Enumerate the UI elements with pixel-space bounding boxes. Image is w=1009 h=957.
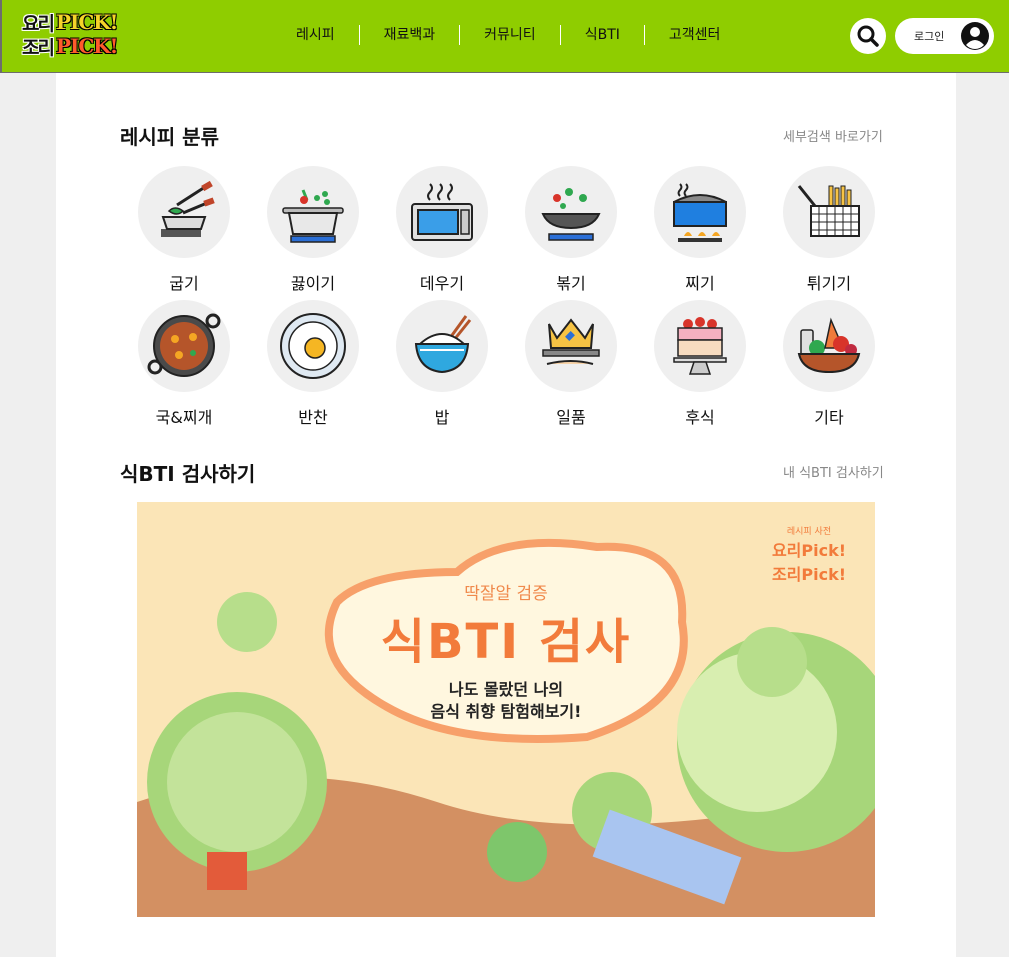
stew-pan-icon bbox=[147, 313, 221, 377]
category-name: 튀기기 bbox=[806, 274, 852, 293]
fried-egg-icon bbox=[280, 313, 346, 379]
category-icon-circle bbox=[267, 166, 359, 258]
recipe-section-title: 레시피 분류 bbox=[120, 125, 219, 149]
category-icon-circle bbox=[525, 300, 617, 392]
banner-badge-2: 조리Pick! bbox=[771, 565, 847, 584]
my-bti-link[interactable]: 내 식BTI 검사하기 bbox=[783, 462, 884, 481]
category-name: 일품 bbox=[556, 408, 586, 427]
category-name: 끓이기 bbox=[290, 274, 336, 293]
rice-bowl-icon bbox=[414, 315, 472, 374]
category-name: 밥 bbox=[434, 408, 450, 427]
nav-support[interactable]: 고객센터 bbox=[643, 25, 745, 45]
search-button[interactable] bbox=[850, 18, 886, 54]
crown-dish-icon bbox=[542, 318, 600, 365]
category-heat[interactable]: 데우기 bbox=[396, 166, 488, 300]
category-icon-circle bbox=[654, 300, 746, 392]
grill-icon bbox=[161, 180, 215, 237]
category-boil[interactable]: 끓이기 bbox=[267, 166, 359, 300]
microwave-icon bbox=[411, 183, 473, 241]
wok-icon bbox=[541, 188, 601, 241]
category-steam[interactable]: 찌기 bbox=[654, 166, 746, 300]
category-special[interactable]: 일품 bbox=[525, 300, 617, 434]
banner-desc-1: 나도 몰랐던 나의 bbox=[448, 680, 564, 699]
logo-text-ko-2: 조리 bbox=[22, 36, 55, 59]
search-icon bbox=[857, 25, 879, 47]
category-icon-circle bbox=[654, 166, 746, 258]
nav-recipe[interactable]: 레시피 bbox=[272, 25, 359, 45]
category-icon-circle bbox=[267, 300, 359, 392]
category-dessert[interactable]: 후식 bbox=[654, 300, 746, 434]
nav-bti[interactable]: 식BTI bbox=[559, 25, 644, 45]
category-icon-circle bbox=[525, 166, 617, 258]
category-rice[interactable]: 밥 bbox=[396, 300, 488, 434]
banner-badge-small: 레시피 사전 bbox=[786, 527, 832, 537]
nav-community[interactable]: 커뮤니티 bbox=[459, 25, 560, 45]
boil-pot-icon bbox=[282, 189, 344, 243]
user-icon bbox=[961, 22, 989, 50]
category-name: 데우기 bbox=[419, 274, 465, 293]
banner-badge-1: 요리Pick! bbox=[771, 541, 847, 560]
category-name: 반찬 bbox=[298, 408, 328, 427]
category-name: 국&찌개 bbox=[155, 408, 213, 427]
logo-text-ko-1: 요리 bbox=[22, 12, 55, 35]
category-grid: 굽기 끓이기 데우기 볶기 찌기 튀기기 국&찌개 반찬 밥 일품 후식 기타 bbox=[138, 166, 882, 434]
category-name: 볶기 bbox=[556, 274, 586, 293]
logo-text-en-2: PICK! bbox=[55, 34, 118, 58]
login-label: 로그인 bbox=[914, 30, 945, 43]
category-side[interactable]: 반찬 bbox=[267, 300, 359, 434]
category-etc[interactable]: 기타 bbox=[783, 300, 875, 434]
logo[interactable]: 요리 PICK! 조리 PICK! bbox=[22, 10, 154, 60]
bti-banner[interactable]: 딱잘알 검증 식BTI 검사 나도 몰랐던 나의 음식 취향 탐험해보기! 레시… bbox=[137, 502, 875, 917]
detail-search-link[interactable]: 세부검색 바로가기 bbox=[783, 126, 883, 145]
cake-icon bbox=[673, 317, 727, 375]
category-name: 기타 bbox=[814, 408, 844, 427]
top-header: 요리 PICK! 조리 PICK! 레시피 재료백과 커뮤니티 식BTI 고객센… bbox=[0, 0, 1009, 73]
category-name: 찌기 bbox=[685, 274, 715, 293]
steam-pot-icon bbox=[673, 183, 727, 242]
category-stirfry[interactable]: 볶기 bbox=[525, 166, 617, 300]
banner-desc-2: 음식 취향 탐험해보기! bbox=[430, 702, 582, 721]
vegetable-basket-icon bbox=[797, 317, 861, 374]
category-icon-circle bbox=[396, 300, 488, 392]
category-soup[interactable]: 국&찌개 bbox=[138, 300, 230, 434]
category-icon-circle bbox=[783, 166, 875, 258]
main-content: 레시피 분류 세부검색 바로가기 굽기 끓이기 데우기 볶기 찌기 튀기기 국&… bbox=[56, 73, 956, 957]
nav-ingredients[interactable]: 재료백과 bbox=[358, 25, 460, 45]
category-icon-circle bbox=[138, 166, 230, 258]
logo-text-en-1: PICK! bbox=[55, 10, 118, 34]
banner-title: 식BTI 검사 bbox=[380, 614, 632, 670]
login-button[interactable]: 로그인 bbox=[895, 18, 994, 54]
main-nav: 레시피 재료백과 커뮤니티 식BTI 고객센터 bbox=[272, 25, 744, 45]
category-icon-circle bbox=[138, 300, 230, 392]
category-icon-circle bbox=[396, 166, 488, 258]
banner-badge: 레시피 사전 요리Pick! 조리Pick! bbox=[759, 524, 859, 585]
fryer-icon bbox=[797, 185, 860, 237]
category-icon-circle bbox=[783, 300, 875, 392]
category-fry[interactable]: 튀기기 bbox=[783, 166, 875, 300]
category-name: 굽기 bbox=[169, 274, 199, 293]
bti-section-title: 식BTI 검사하기 bbox=[120, 462, 256, 486]
category-grill[interactable]: 굽기 bbox=[138, 166, 230, 300]
category-name: 후식 bbox=[685, 408, 715, 427]
